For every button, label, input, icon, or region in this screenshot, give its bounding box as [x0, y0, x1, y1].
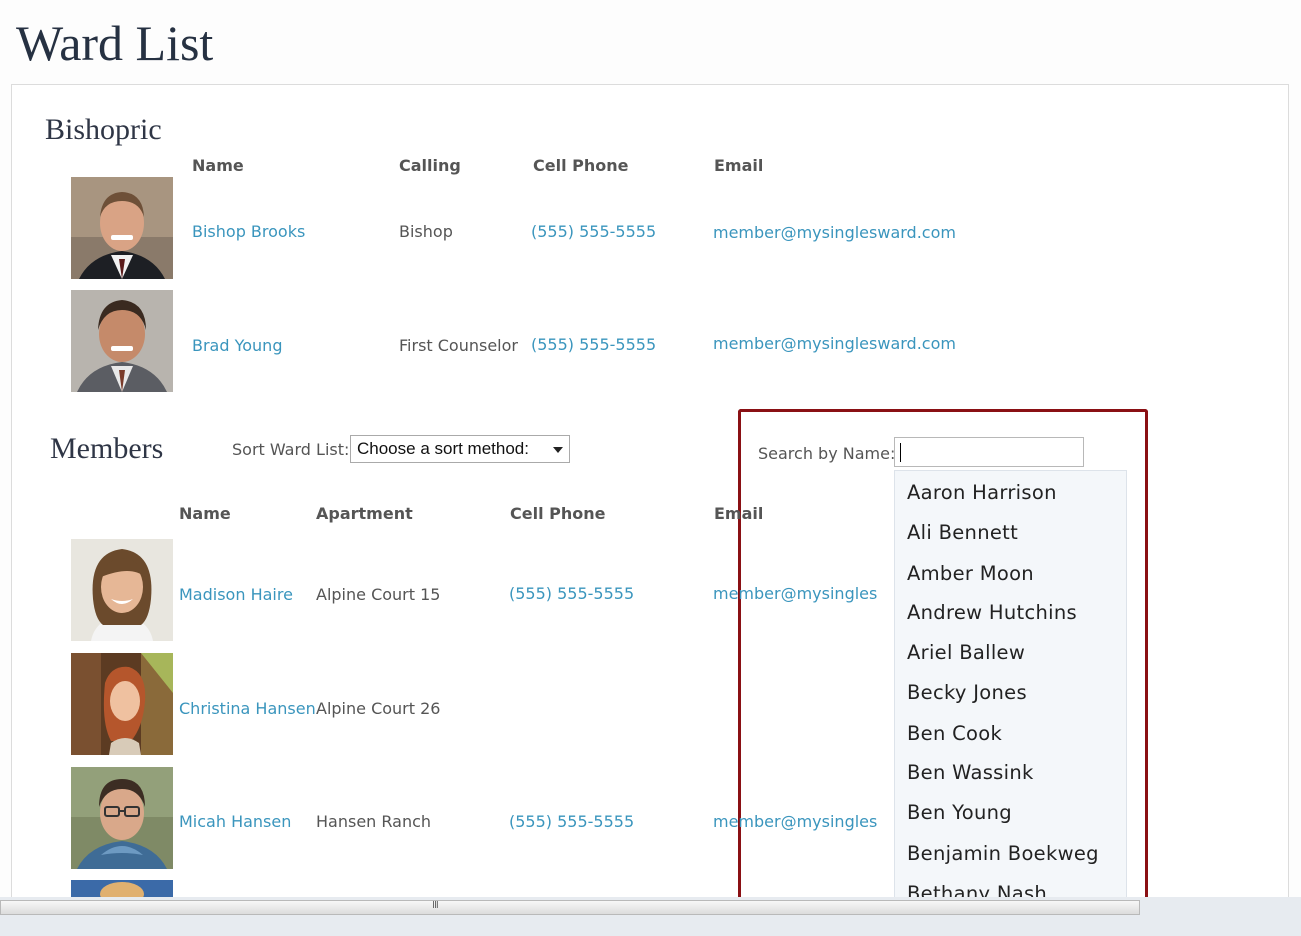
column-header-email: Email	[714, 156, 764, 175]
member-email-link[interactable]: member@mysingles	[713, 812, 877, 831]
column-header-apartment: Apartment	[316, 504, 413, 523]
chevron-down-icon	[553, 447, 563, 453]
horizontal-scrollbar[interactable]: III	[0, 897, 1301, 936]
member-phone-link[interactable]: (555) 555-5555	[509, 584, 634, 603]
search-label: Search by Name:	[758, 444, 896, 463]
member-photo	[71, 290, 173, 392]
suggestion-item[interactable]: Ariel Ballew	[907, 641, 1025, 664]
sort-select-value: Choose a sort method:	[357, 439, 529, 458]
sort-method-select[interactable]: Choose a sort method:	[350, 435, 570, 463]
sort-label: Sort Ward List:	[232, 440, 350, 459]
member-photo	[71, 539, 173, 641]
member-name-link[interactable]: Micah Hansen	[179, 812, 291, 831]
suggestion-item[interactable]: Ben Cook	[907, 722, 1002, 745]
name-suggestions-list: Aaron Harrison Ali Bennett Amber Moon An…	[894, 470, 1127, 902]
bishopric-email-link[interactable]: member@mysinglesward.com	[713, 334, 956, 353]
page-title: Ward List	[16, 15, 214, 71]
member-apartment: Alpine Court 26	[316, 699, 441, 718]
scrollbar-thumb[interactable]	[0, 900, 1140, 915]
search-input[interactable]	[894, 437, 1084, 467]
column-header-calling: Calling	[399, 156, 461, 175]
suggestion-item[interactable]: Aaron Harrison	[907, 481, 1057, 504]
member-name-link[interactable]: Christina Hansen	[179, 699, 316, 718]
bishopric-name-link[interactable]: Brad Young	[192, 336, 282, 355]
suggestion-item[interactable]: Andrew Hutchins	[907, 601, 1077, 624]
suggestion-item[interactable]: Ali Bennett	[907, 521, 1018, 544]
suggestion-item[interactable]: Becky Jones	[907, 681, 1027, 704]
column-header-cell-phone: Cell Phone	[533, 156, 629, 175]
column-header-email: Email	[714, 504, 764, 523]
member-photo	[71, 177, 173, 279]
bishopric-calling: Bishop	[399, 222, 453, 241]
members-heading: Members	[50, 432, 164, 465]
suggestion-item[interactable]: Amber Moon	[907, 562, 1034, 585]
bishopric-name-link[interactable]: Bishop Brooks	[192, 222, 305, 241]
suggestion-item[interactable]: Ben Wassink	[907, 761, 1034, 784]
suggestion-item[interactable]: Benjamin Boekweg	[907, 842, 1099, 865]
bishopric-phone-link[interactable]: (555) 555-5555	[531, 335, 656, 354]
text-caret	[900, 443, 901, 462]
column-header-cell-phone: Cell Phone	[510, 504, 606, 523]
bishopric-heading: Bishopric	[45, 113, 162, 146]
bishopric-phone-link[interactable]: (555) 555-5555	[531, 222, 656, 241]
bishopric-calling: First Counselor	[399, 336, 518, 355]
column-header-name: Name	[192, 156, 244, 175]
member-photo	[71, 880, 173, 897]
column-header-name: Name	[179, 504, 231, 523]
member-apartment: Hansen Ranch	[316, 812, 432, 831]
scrollbar-grip-icon: III	[432, 900, 439, 911]
suggestion-item[interactable]: Ben Young	[907, 801, 1012, 824]
bishopric-email-link[interactable]: member@mysinglesward.com	[713, 223, 956, 242]
member-phone-link[interactable]: (555) 555-5555	[509, 812, 634, 831]
member-photo	[71, 653, 173, 755]
member-email-link[interactable]: member@mysingles	[713, 584, 877, 603]
member-apartment: Alpine Court 15	[316, 585, 441, 604]
member-name-link[interactable]: Madison Haire	[179, 585, 293, 604]
member-photo	[71, 767, 173, 869]
